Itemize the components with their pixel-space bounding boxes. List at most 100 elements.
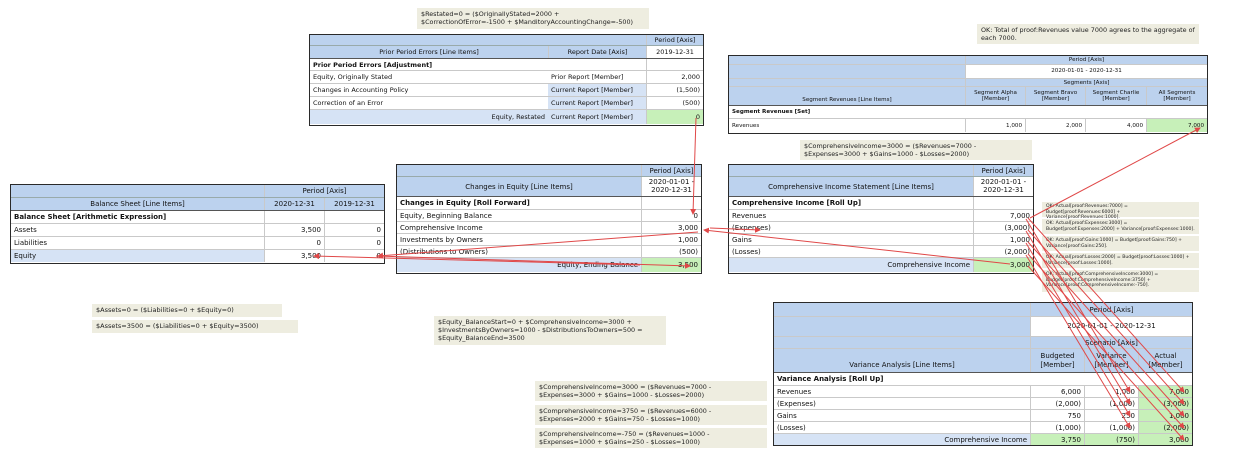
changes-in-equity-table: Period [Axis] Changes in Equity [Line It… (396, 164, 702, 274)
date-column-header: 2019-12-31 (646, 46, 703, 58)
period-value-header: 2020-01-01 - 2020-12-31 (965, 65, 1207, 78)
value-cell: 1,000 (965, 119, 1025, 132)
section-label: Balance Sheet [Arithmetic Expression] (14, 213, 167, 221)
period-axis-header: Period [Axis] (965, 56, 1207, 64)
value-cell: 0 (324, 224, 384, 236)
row-label: Equity, Originally Stated (313, 73, 393, 81)
total-value-cell: 3,750 (1030, 434, 1084, 445)
line-items-header: Variance Analysis [Line Items] (849, 361, 955, 369)
scenario-axis-header: Scenario [Axis] (1030, 337, 1192, 348)
row-label: (Expenses) (732, 223, 771, 232)
member-cell: Current Report [Member] (548, 97, 646, 109)
row-label: Comprehensive Income (400, 223, 483, 232)
segments-axis-header: Segments [Axis] (965, 79, 1207, 86)
total-value-cell: 3,500 (641, 258, 701, 272)
row-label: Correction of an Error (313, 99, 384, 107)
row-label: Equity (11, 250, 264, 262)
value-cell: 2,000 (646, 71, 703, 83)
row-label: Changes in Accounting Policy (313, 86, 409, 94)
note-ok-revenues-variance: OK: Actual[proof:Revenues:7000] = Budget… (1042, 202, 1199, 220)
value-cell: 0 (324, 250, 384, 262)
value-cell: 2,000 (1025, 119, 1085, 132)
value-cell: (1,000) (1084, 422, 1138, 433)
section-label: Prior Period Errors [Adjustment] (313, 60, 433, 69)
period-value-header: 2020-01-01 - 2020-12-31 (973, 177, 1033, 196)
segment-revenues-table: Period [Axis] 2020-01-01 - 2020-12-31 Se… (728, 55, 1208, 134)
row-label: Liabilities (14, 239, 48, 247)
value-cell: 1,000 (1084, 386, 1138, 397)
variance-analysis-table: Period [Axis] 2020-01-01 - 2020-12-31 Sc… (773, 302, 1193, 446)
note-ci-formula-actual: $ComprehensiveIncome=3000 = ($Revenues=7… (535, 381, 767, 401)
note-restated-formula: $Restated=0 = ($OriginallyStated=2000 + … (417, 8, 649, 29)
total-row-label: Equity, Restated (310, 110, 548, 124)
line-items-header: Comprehensive Income Statement [Line Ite… (768, 182, 934, 191)
prior-period-errors-table: Period [Axis] Prior Period Errors [Line … (309, 34, 704, 126)
row-label: Investments by Owners (400, 235, 483, 244)
line-items-header: Balance Sheet [Line Items] (90, 200, 185, 208)
value-cell: 1,000 (1138, 410, 1192, 421)
row-label: Revenues (732, 211, 767, 220)
note-equity-balance-formula: $Equity_BalanceStart=0 + $ComprehensiveI… (434, 316, 666, 345)
period-axis-header: Period [Axis] (264, 185, 384, 197)
value-cell: 0 (324, 237, 384, 249)
row-label: Revenues (777, 387, 812, 396)
section-label: Changes in Equity [Roll Forward] (400, 199, 530, 207)
value-cell: 7,000 (973, 210, 1033, 221)
period-value-header: 2020-01-01 - 2020-12-31 (1030, 317, 1192, 336)
member-cell: Prior Report [Member] (551, 73, 624, 81)
line-items-header: Prior Period Errors [Line Items] (379, 48, 479, 56)
note-ci-formula-budget: $ComprehensiveIncome=3750 = ($Revenues=6… (535, 405, 767, 425)
total-row-label: Comprehensive Income (729, 258, 973, 272)
value-cell: 6,000 (1030, 386, 1084, 397)
value-cell: 0 (264, 237, 324, 249)
member-cell: Current Report [Member] (548, 110, 646, 124)
row-label: Gains (732, 235, 752, 244)
value-cell: 750 (1030, 410, 1084, 421)
value-cell: (2,000) (1138, 422, 1192, 433)
value-cell: 250 (1084, 410, 1138, 421)
period-axis-header: Period [Axis] (1030, 303, 1192, 316)
date-column-header: 2020-12-31 (264, 198, 324, 210)
total-value-cell: 7,000 (1146, 119, 1207, 132)
value-cell: (1,500) (646, 84, 703, 96)
segment-member-header: Segment Charlie [Member] (1085, 87, 1146, 105)
line-items-header: Segment Revenues [Line Items] (802, 97, 892, 103)
note-ci-formula-variance: $ComprehensiveIncome=-750 = ($Revenues=1… (535, 428, 767, 448)
report-date-axis-header: Report Date [Axis] (548, 46, 646, 58)
row-label: (Losses) (777, 423, 806, 432)
segment-member-header: Segment Alpha [Member] (965, 87, 1025, 105)
line-items-header: Changes in Equity [Line Items] (465, 182, 573, 191)
scenario-member-header: Budgeted [Member] (1030, 349, 1084, 372)
value-cell: 0 (641, 210, 701, 221)
row-label: (Losses) (732, 247, 761, 256)
period-axis-header: Period [Axis] (973, 165, 1033, 176)
note-comprehensive-income-formula: $ComprehensiveIncome=3000 = ($Revenues=7… (800, 140, 1032, 160)
date-column-header: 2019-12-31 (324, 198, 384, 210)
value-cell: (3,000) (1138, 398, 1192, 409)
row-label: Revenues (732, 122, 760, 129)
value-cell: (1,000) (1030, 422, 1084, 433)
value-cell: 3,500 (264, 250, 324, 262)
segment-member-header: All Segments [Member] (1146, 87, 1207, 105)
balance-sheet-table: Period [Axis] Balance Sheet [Line Items]… (10, 184, 385, 264)
row-label: Gains (777, 411, 797, 420)
value-cell: (2,000) (973, 246, 1033, 257)
value-cell: (3,000) (973, 222, 1033, 233)
period-axis-header: Period [Axis] (646, 35, 703, 45)
note-assets-equation-current: $Assets=3500 = ($Liabilities=0 + $Equity… (92, 320, 298, 333)
row-label: Equity, Beginning Balance (400, 211, 492, 220)
note-ok-losses-variance: OK: Actual[proof:Losses:2000] = Budget[p… (1042, 253, 1199, 268)
segment-member-header: Segment Bravo [Member] (1025, 87, 1085, 105)
comprehensive-income-table: Period [Axis] Comprehensive Income State… (728, 164, 1034, 274)
value-cell: 1,000 (973, 234, 1033, 245)
section-label: Variance Analysis [Roll Up] (777, 375, 884, 383)
scenario-member-header: Variance [Member] (1084, 349, 1138, 372)
value-cell: 1,000 (641, 234, 701, 245)
member-cell: Current Report [Member] (548, 84, 646, 96)
section-label: Comprehensive Income [Roll Up] (732, 199, 862, 207)
total-row-label: Comprehensive Income (774, 434, 1030, 445)
row-label: (Expenses) (777, 399, 816, 408)
value-cell: (500) (641, 246, 701, 257)
value-cell: (2,000) (1030, 398, 1084, 409)
note-ok-expenses-variance: OK: Actual[proof:Expenses:3000] = Budget… (1042, 219, 1199, 234)
